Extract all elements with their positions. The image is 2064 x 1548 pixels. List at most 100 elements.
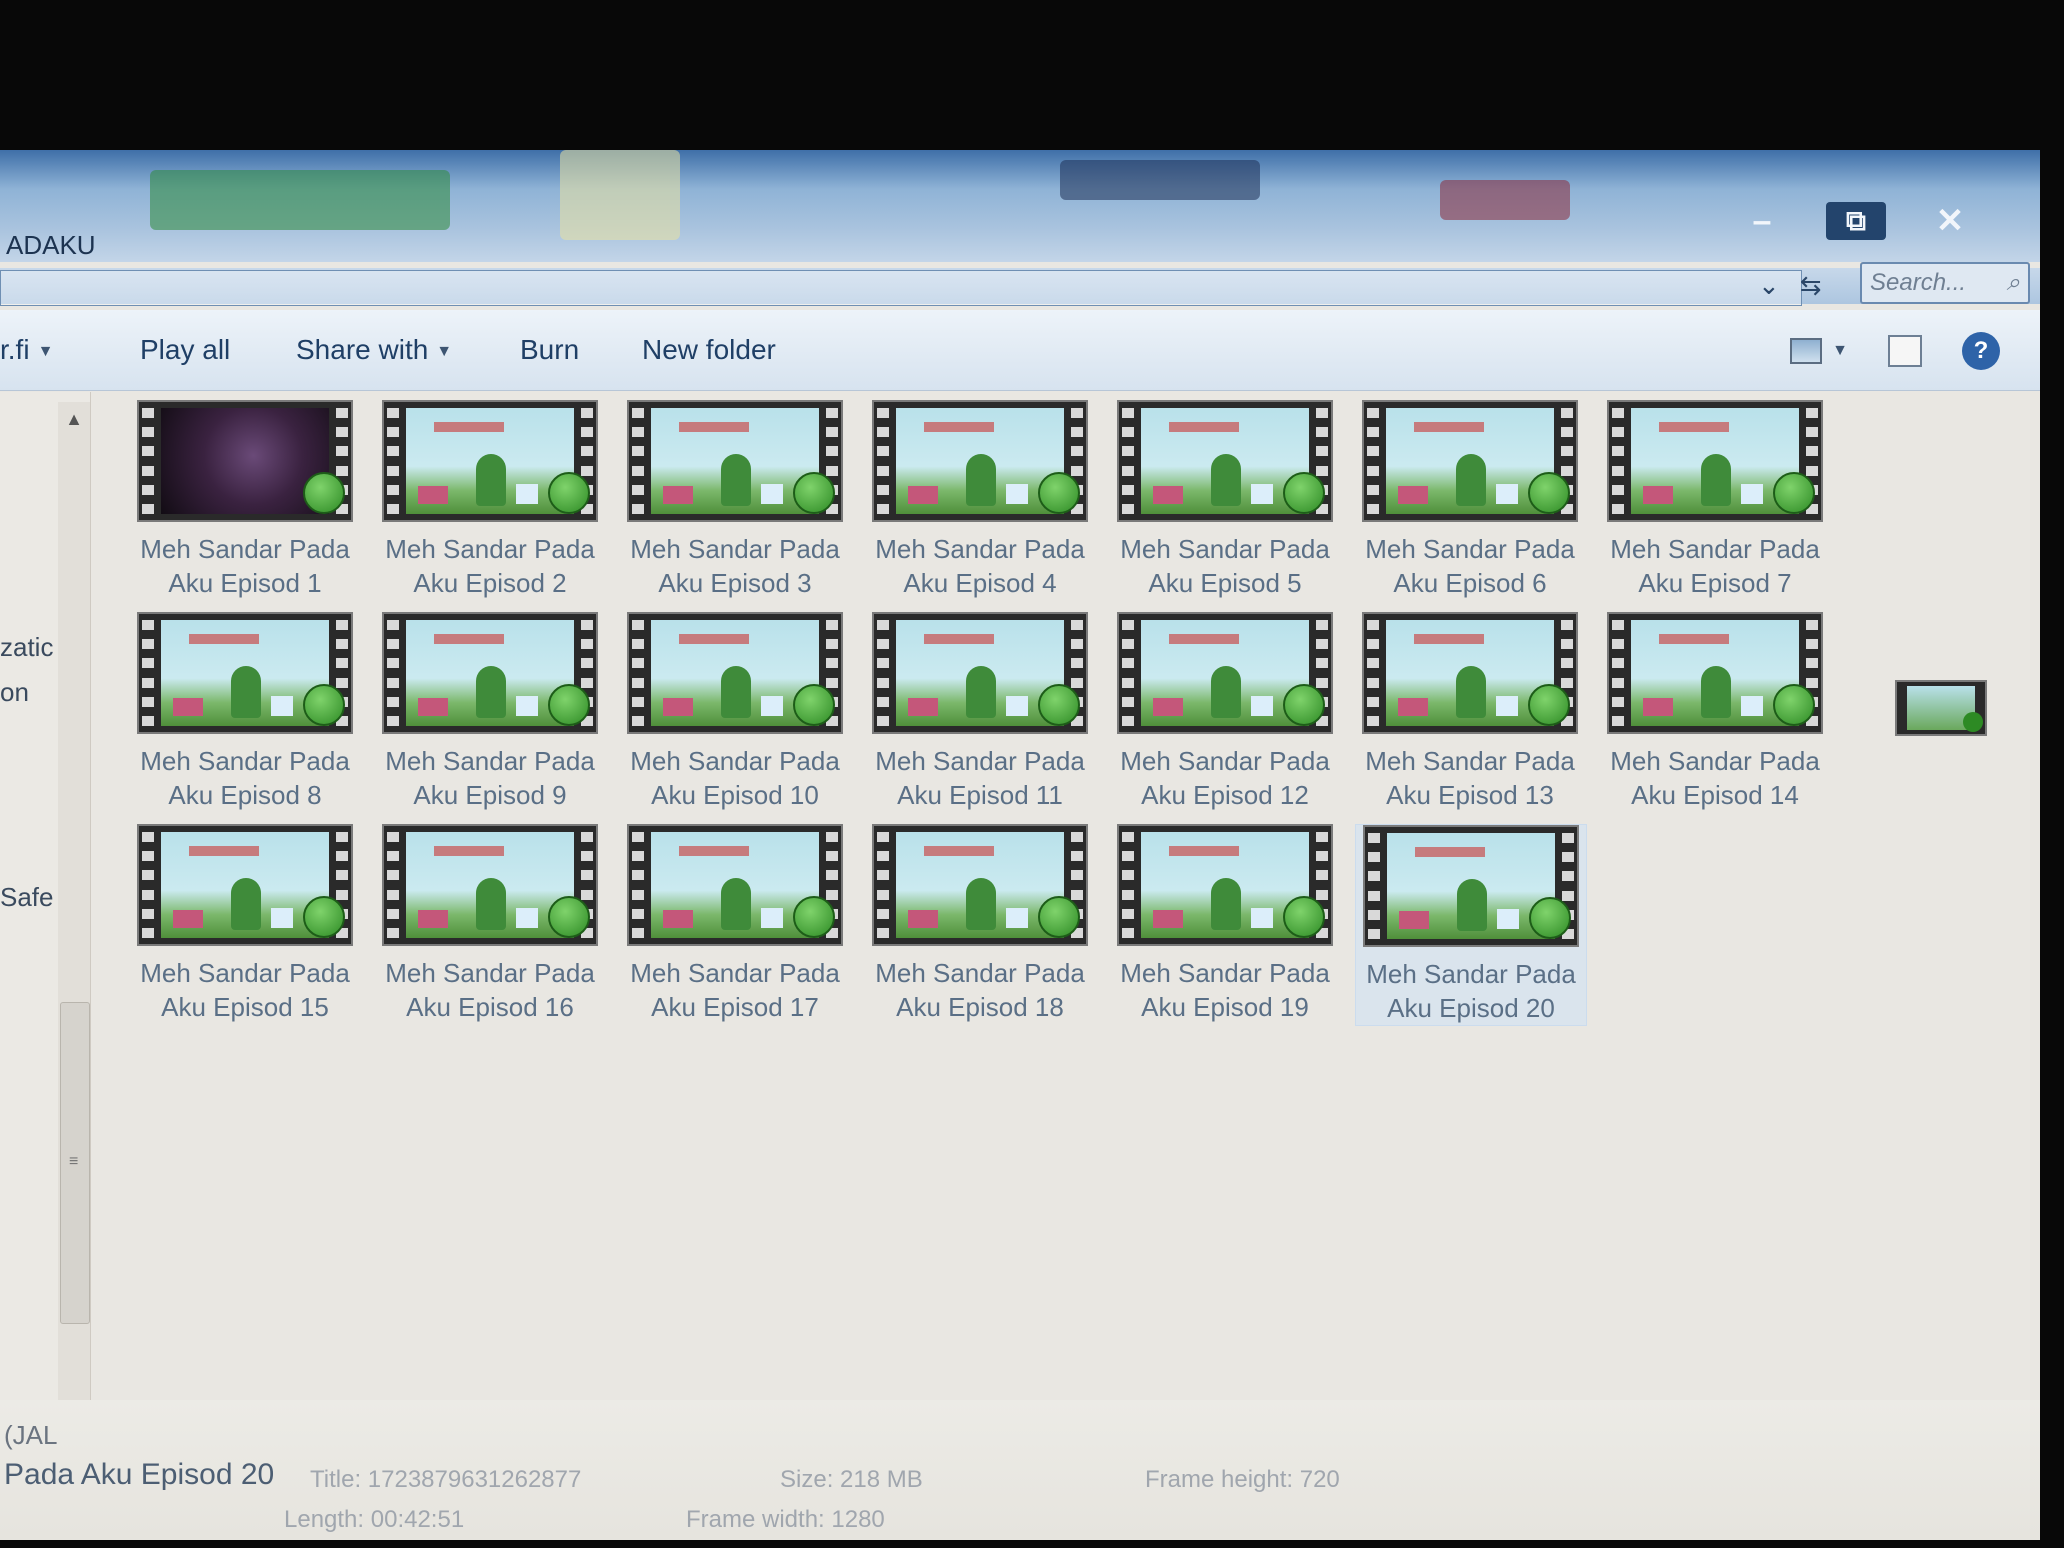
scroll-up-icon[interactable]: ▲ xyxy=(58,402,90,436)
video-file-item[interactable]: Meh Sandar Pada Aku Episod 11 xyxy=(865,612,1095,812)
search-icon: ⌕ xyxy=(2006,269,2020,296)
drive-label[interactable]: (JAL xyxy=(4,1420,57,1451)
video-file-item[interactable]: Meh Sandar Pada Aku Episod 7 xyxy=(1600,400,1830,600)
file-name-line: Aku Episod 2 xyxy=(413,568,567,598)
grip-icon: ≡ xyxy=(69,1153,79,1170)
file-name-line: Aku Episod 7 xyxy=(1638,568,1792,598)
file-name-line: Aku Episod 13 xyxy=(1386,780,1554,810)
view-options-icon[interactable] xyxy=(1790,338,1823,364)
video-file-item[interactable]: Meh Sandar Pada Aku Episod 20 xyxy=(1355,824,1587,1026)
file-name-line: Meh Sandar Pada xyxy=(1120,746,1330,776)
video-file-item[interactable]: Meh Sandar Pada Aku Episod 8 xyxy=(130,612,360,812)
search-placeholder: Search... xyxy=(1870,269,1967,296)
media-player-icon xyxy=(303,684,345,726)
video-file-item[interactable]: Meh Sandar Pada Aku Episod 16 xyxy=(375,824,605,1024)
file-name: Meh Sandar Pada Aku Episod 19 xyxy=(1110,956,1340,1024)
file-name: Meh Sandar Pada Aku Episod 2 xyxy=(375,532,605,600)
media-player-icon xyxy=(1283,896,1325,938)
video-file-item[interactable]: Meh Sandar Pada Aku Episod 13 xyxy=(1355,612,1585,812)
detail-title: Title: 1723879631262877 xyxy=(310,1466,582,1493)
organize-label: r.fi xyxy=(0,334,30,365)
video-file-item[interactable]: Meh Sandar Pada Aku Episod 1 xyxy=(130,400,360,600)
video-file-item[interactable]: Meh Sandar Pada Aku Episod 15 xyxy=(130,824,360,1024)
file-name-line: Meh Sandar Pada xyxy=(875,958,1085,988)
share-with-button[interactable]: Share with ▼ xyxy=(296,334,452,366)
video-thumbnail xyxy=(382,400,598,522)
maximize-button[interactable]: ⧉ xyxy=(1826,202,1886,240)
media-player-icon xyxy=(793,896,835,938)
media-player-icon xyxy=(548,684,590,726)
file-name-line: Aku Episod 12 xyxy=(1141,780,1309,810)
media-player-icon xyxy=(303,896,345,938)
file-name-line: Aku Episod 17 xyxy=(651,992,819,1022)
file-name: Meh Sandar Pada Aku Episod 18 xyxy=(865,956,1095,1024)
file-name-line: Aku Episod 1 xyxy=(168,568,322,598)
file-name: Meh Sandar Pada Aku Episod 3 xyxy=(620,532,850,600)
detail-frame-width: Frame width: 1280 xyxy=(686,1506,885,1533)
burn-button[interactable]: Burn xyxy=(520,334,579,366)
scroll-thumb[interactable]: ≡ xyxy=(60,1002,90,1324)
video-thumbnail xyxy=(627,824,843,946)
search-input[interactable]: Search... ⌕ xyxy=(1860,262,2030,304)
chevron-down-icon[interactable]: ⌄ xyxy=(1758,270,1780,301)
file-name: Meh Sandar Pada Aku Episod 10 xyxy=(620,744,850,812)
video-file-item[interactable]: Meh Sandar Pada Aku Episod 2 xyxy=(375,400,605,600)
video-file-item[interactable]: Meh Sandar Pada Aku Episod 17 xyxy=(620,824,850,1024)
file-name-line: Meh Sandar Pada xyxy=(385,746,595,776)
nav-item-3[interactable]: Safe xyxy=(0,882,54,913)
new-folder-button[interactable]: New folder xyxy=(642,334,776,366)
file-name-line: Aku Episod 10 xyxy=(651,780,819,810)
command-bar: r.fi ▼ Play all Share with ▼ Burn New fold… xyxy=(0,310,2040,391)
media-player-icon xyxy=(1038,896,1080,938)
media-player-icon xyxy=(793,472,835,514)
video-thumbnail xyxy=(627,400,843,522)
address-bar[interactable] xyxy=(0,270,1802,306)
help-icon[interactable]: ? xyxy=(1962,332,2000,370)
video-file-item[interactable]: Meh Sandar Pada Aku Episod 12 xyxy=(1110,612,1340,812)
chevron-down-icon[interactable]: ▼ xyxy=(1832,342,1848,360)
video-thumbnail xyxy=(872,612,1088,734)
file-name-line: Aku Episod 8 xyxy=(168,780,322,810)
file-name: Meh Sandar Pada Aku Episod 14 xyxy=(1600,744,1830,812)
video-thumbnail xyxy=(1117,824,1333,946)
toolbar-right: ▼ ? xyxy=(1790,332,2000,370)
nav-scrollbar[interactable]: ▲ ≡ xyxy=(58,402,90,1402)
file-name: Meh Sandar Pada Aku Episod 16 xyxy=(375,956,605,1024)
preview-pane-icon[interactable] xyxy=(1888,335,1922,367)
video-file-item[interactable]: Meh Sandar Pada Aku Episod 3 xyxy=(620,400,850,600)
media-player-icon xyxy=(1528,684,1570,726)
file-name-line: Aku Episod 15 xyxy=(161,992,329,1022)
video-file-item[interactable]: Meh Sandar Pada Aku Episod 4 xyxy=(865,400,1095,600)
file-name-line: Meh Sandar Pada xyxy=(875,746,1085,776)
media-player-icon xyxy=(1773,472,1815,514)
video-thumbnail xyxy=(137,612,353,734)
video-thumbnail xyxy=(1117,400,1333,522)
video-file-item[interactable]: Meh Sandar Pada Aku Episod 6 xyxy=(1355,400,1585,600)
refresh-icon[interactable]: ⇆ xyxy=(1800,270,1822,301)
video-file-item[interactable]: Meh Sandar Pada Aku Episod 19 xyxy=(1110,824,1340,1024)
video-file-item[interactable]: Meh Sandar Pada Aku Episod 14 xyxy=(1600,612,1830,812)
video-thumbnail xyxy=(137,400,353,522)
nav-item-2[interactable]: on xyxy=(0,677,29,708)
file-name-line: Aku Episod 5 xyxy=(1148,568,1302,598)
file-name-line: Aku Episod 6 xyxy=(1393,568,1547,598)
file-name-line: Aku Episod 19 xyxy=(1141,992,1309,1022)
video-file-item[interactable]: Meh Sandar Pada Aku Episod 5 xyxy=(1110,400,1340,600)
close-button[interactable]: ✕ xyxy=(1920,202,1980,240)
play-all-button[interactable]: Play all xyxy=(140,334,230,366)
selected-file-name: Pada Aku Episod 20 xyxy=(4,1458,275,1491)
file-name: Meh Sandar Pada Aku Episod 9 xyxy=(375,744,605,812)
file-name-line: Meh Sandar Pada xyxy=(630,746,840,776)
file-name-line: Meh Sandar Pada xyxy=(1366,959,1576,989)
file-name-line: Meh Sandar Pada xyxy=(630,534,840,564)
video-file-item[interactable]: Meh Sandar Pada Aku Episod 10 xyxy=(620,612,850,812)
media-player-icon xyxy=(793,684,835,726)
minimize-button[interactable]: – xyxy=(1732,202,1792,240)
organize-button[interactable]: r.fi ▼ xyxy=(0,334,53,366)
nav-item-1[interactable]: zatic xyxy=(0,632,53,663)
video-file-item[interactable]: Meh Sandar Pada Aku Episod 9 xyxy=(375,612,605,812)
file-name: Meh Sandar Pada Aku Episod 1 xyxy=(130,532,360,600)
address-nav: ⌄ ⇆ xyxy=(1758,270,1822,301)
file-name: Meh Sandar Pada Aku Episod 7 xyxy=(1600,532,1830,600)
video-file-item[interactable]: Meh Sandar Pada Aku Episod 18 xyxy=(865,824,1095,1024)
